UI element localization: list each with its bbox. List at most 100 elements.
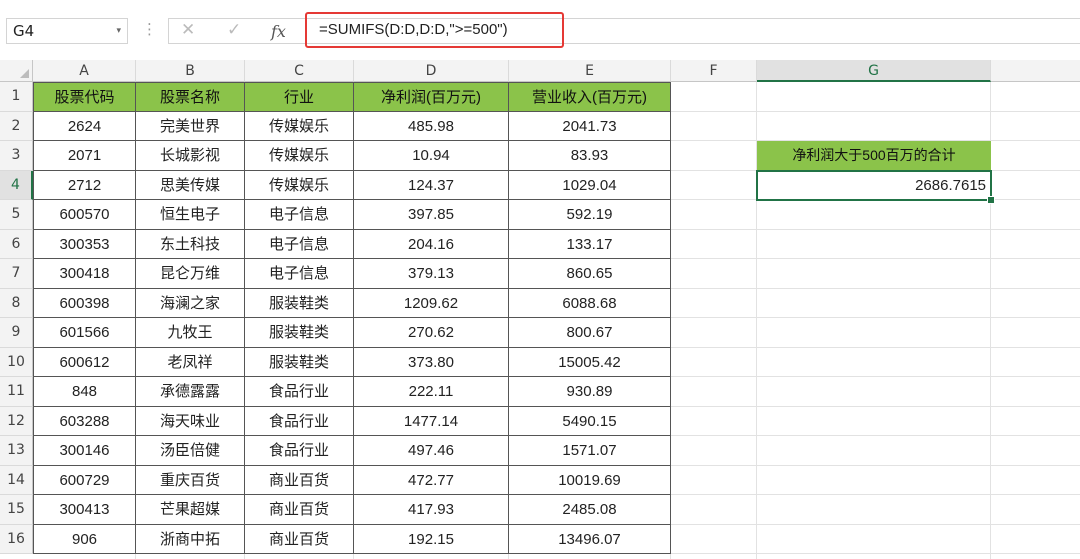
table-cell[interactable]: 服装鞋类 [245, 318, 354, 348]
table-header-cell[interactable]: 行业 [245, 82, 354, 112]
table-cell[interactable]: 电子信息 [245, 200, 354, 230]
table-cell[interactable]: 600570 [33, 200, 136, 230]
table-cell[interactable]: 2041.73 [509, 111, 671, 141]
table-cell[interactable]: 192.15 [354, 524, 509, 554]
table-cell[interactable]: 长城影视 [136, 141, 245, 171]
table-cell[interactable]: 930.89 [509, 377, 671, 407]
table-cell[interactable]: 电子信息 [245, 229, 354, 259]
table-cell[interactable]: 昆仑万维 [136, 259, 245, 289]
table-cell[interactable]: 老凤祥 [136, 347, 245, 377]
enter-icon[interactable]: ✓ [227, 20, 241, 40]
table-cell[interactable]: 300413 [33, 495, 136, 525]
table-cell[interactable]: 电子信息 [245, 259, 354, 289]
formula-input[interactable]: =SUMIFS(D:D,D:D,">=500") [305, 12, 564, 48]
row-header[interactable]: 14 [0, 465, 33, 495]
row-header[interactable]: 16 [0, 524, 33, 554]
column-header-d[interactable]: D [354, 60, 509, 82]
table-cell[interactable]: 2624 [33, 111, 136, 141]
table-cell[interactable]: 2071 [33, 141, 136, 171]
table-cell[interactable]: 13496.07 [509, 524, 671, 554]
table-cell[interactable]: 1029.04 [509, 170, 671, 200]
table-cell[interactable]: 848 [33, 377, 136, 407]
table-cell[interactable]: 2485.08 [509, 495, 671, 525]
row-header[interactable]: 3 [0, 141, 33, 171]
insert-function-icon[interactable]: fx [271, 22, 286, 41]
chevron-down-icon[interactable]: ▾ [116, 19, 121, 43]
table-cell[interactable]: 485.98 [354, 111, 509, 141]
row-header[interactable]: 12 [0, 406, 33, 436]
table-cell[interactable]: 497.46 [354, 436, 509, 466]
row-header[interactable]: 5 [0, 200, 33, 230]
table-cell[interactable]: 九牧王 [136, 318, 245, 348]
name-box[interactable]: G4 ▾ [6, 18, 128, 44]
table-cell[interactable]: 东土科技 [136, 229, 245, 259]
select-all-corner[interactable] [0, 60, 33, 82]
table-header-cell[interactable]: 股票代码 [33, 82, 136, 112]
table-cell[interactable]: 300418 [33, 259, 136, 289]
row-header[interactable]: 8 [0, 288, 33, 318]
table-cell[interactable]: 食品行业 [245, 406, 354, 436]
cancel-icon[interactable]: ✕ [181, 20, 195, 40]
table-cell[interactable]: 汤臣倍健 [136, 436, 245, 466]
table-cell[interactable]: 服装鞋类 [245, 347, 354, 377]
table-cell[interactable]: 服装鞋类 [245, 288, 354, 318]
table-cell[interactable]: 完美世界 [136, 111, 245, 141]
table-cell[interactable]: 300353 [33, 229, 136, 259]
table-cell[interactable]: 373.80 [354, 347, 509, 377]
table-cell[interactable]: 592.19 [509, 200, 671, 230]
column-header-a[interactable]: A [33, 60, 136, 82]
row-header[interactable]: 11 [0, 377, 33, 407]
table-cell[interactable]: 10.94 [354, 141, 509, 171]
table-cell[interactable]: 芒果超媒 [136, 495, 245, 525]
row-header[interactable]: 13 [0, 436, 33, 466]
table-cell[interactable]: 472.77 [354, 465, 509, 495]
table-cell[interactable]: 600729 [33, 465, 136, 495]
table-cell[interactable]: 601566 [33, 318, 136, 348]
summary-label-cell[interactable]: 净利润大于500百万的合计 [757, 141, 991, 170]
table-cell[interactable]: 商业百货 [245, 524, 354, 554]
table-header-cell[interactable]: 净利润(百万元) [354, 82, 509, 112]
table-cell[interactable]: 食品行业 [245, 436, 354, 466]
table-cell[interactable]: 传媒娱乐 [245, 111, 354, 141]
table-cell[interactable]: 6088.68 [509, 288, 671, 318]
table-cell[interactable]: 重庆百货 [136, 465, 245, 495]
row-header[interactable]: 6 [0, 229, 33, 259]
table-cell[interactable]: 270.62 [354, 318, 509, 348]
table-cell[interactable]: 1477.14 [354, 406, 509, 436]
table-cell[interactable]: 浙商中拓 [136, 524, 245, 554]
row-header[interactable]: 9 [0, 318, 33, 348]
row-header[interactable]: 1 [0, 82, 33, 112]
table-cell[interactable]: 10019.69 [509, 465, 671, 495]
table-cell[interactable]: 600398 [33, 288, 136, 318]
table-cell[interactable]: 222.11 [354, 377, 509, 407]
table-cell[interactable]: 906 [33, 524, 136, 554]
table-cell[interactable]: 83.93 [509, 141, 671, 171]
table-cell[interactable]: 思美传媒 [136, 170, 245, 200]
table-header-cell[interactable]: 股票名称 [136, 82, 245, 112]
column-header-b[interactable]: B [136, 60, 245, 82]
table-cell[interactable]: 承德露露 [136, 377, 245, 407]
table-cell[interactable]: 603288 [33, 406, 136, 436]
column-header-e[interactable]: E [509, 60, 671, 82]
table-cell[interactable]: 商业百货 [245, 465, 354, 495]
row-header[interactable]: 10 [0, 347, 33, 377]
table-cell[interactable]: 15005.42 [509, 347, 671, 377]
row-header[interactable]: 2 [0, 111, 33, 141]
table-cell[interactable]: 204.16 [354, 229, 509, 259]
table-cell[interactable]: 397.85 [354, 200, 509, 230]
row-header[interactable]: 7 [0, 259, 33, 289]
table-header-cell[interactable]: 营业收入(百万元) [509, 82, 671, 112]
row-header[interactable]: 15 [0, 495, 33, 525]
table-cell[interactable]: 800.67 [509, 318, 671, 348]
table-cell[interactable]: 417.93 [354, 495, 509, 525]
table-cell[interactable]: 恒生电子 [136, 200, 245, 230]
table-cell[interactable]: 2712 [33, 170, 136, 200]
table-cell[interactable]: 5490.15 [509, 406, 671, 436]
table-cell[interactable]: 1209.62 [354, 288, 509, 318]
table-cell[interactable]: 传媒娱乐 [245, 170, 354, 200]
table-cell[interactable]: 海天味业 [136, 406, 245, 436]
fill-handle[interactable] [987, 196, 995, 204]
table-cell[interactable]: 600612 [33, 347, 136, 377]
row-header[interactable]: 4 [0, 170, 33, 200]
table-cell[interactable]: 379.13 [354, 259, 509, 289]
